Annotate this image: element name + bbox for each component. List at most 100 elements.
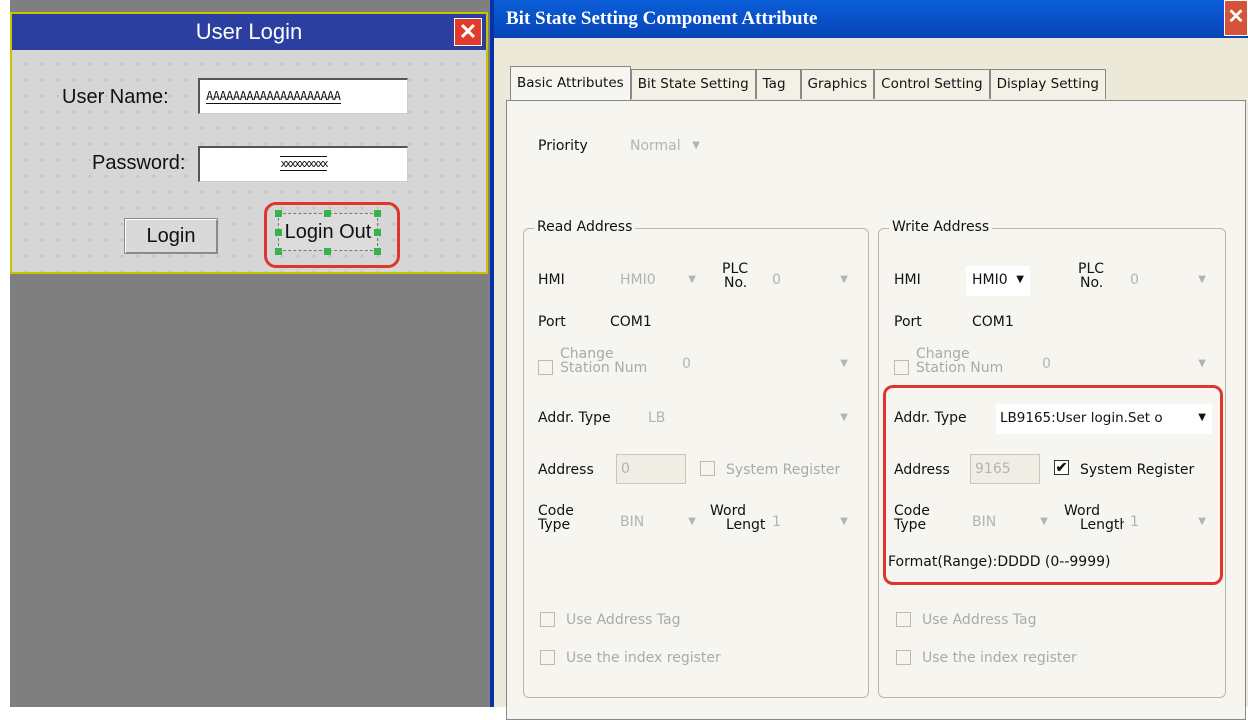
read-code-type-select[interactable]: BIN ▼ [614, 508, 702, 538]
write-change-station-2: Station Num [916, 360, 1004, 376]
login-button[interactable]: Login [124, 218, 218, 254]
read-address-title: Read Address [534, 219, 636, 235]
password-value: xxxxxxxxxx [280, 156, 329, 171]
resize-handle[interactable] [374, 248, 381, 255]
write-addr-type-value: LB9165:User login.Set o [1000, 410, 1163, 426]
read-code-type-2: Type [538, 517, 571, 533]
login-window-title: User Login [12, 14, 486, 50]
write-word-length-select[interactable]: 1 ▼ [1124, 508, 1212, 538]
write-format-range: Format(Range):DDDD (0--9999) [888, 554, 1111, 570]
password-label: Password: [92, 152, 186, 174]
dialog-title: Bit State Setting Component Attribute [506, 8, 818, 29]
write-addr-type-label: Addr. Type [894, 410, 967, 426]
read-station-select[interactable]: 0 ▼ [676, 350, 854, 380]
read-word-length-label: Word Length [710, 504, 774, 532]
write-plc-label-2: No. [1080, 275, 1104, 291]
write-word-length-2: Length [1080, 517, 1129, 533]
write-station-value: 0 [1042, 356, 1051, 372]
resize-handle[interactable] [324, 210, 331, 217]
chevron-down-icon: ▼ [692, 140, 700, 151]
read-addr-type-value: LB [648, 410, 666, 426]
chevron-down-icon: ▼ [688, 274, 696, 285]
read-use-index-register-label: Use the index register [566, 650, 721, 666]
write-address-field[interactable]: 9165 [970, 454, 1040, 484]
write-address-label: Address [894, 462, 950, 478]
tab-bar: Basic Attributes Bit State Setting Tag G… [510, 66, 1106, 100]
resize-handle[interactable] [275, 248, 282, 255]
write-word-length-label: Word Length [1064, 504, 1128, 532]
read-word-length-select[interactable]: 1 ▼ [766, 508, 854, 538]
write-use-index-register-label: Use the index register [922, 650, 1077, 666]
read-plc-no-select[interactable]: 0 ▼ [766, 266, 854, 296]
write-addr-type-select[interactable]: LB9165:User login.Set o ▼ [996, 404, 1212, 434]
chevron-down-icon: ▼ [840, 274, 848, 285]
write-hmi-value: HMI0 [972, 272, 1008, 288]
read-word-length-2: Length [726, 517, 775, 533]
write-change-station-checkbox[interactable] [894, 360, 909, 375]
read-system-register-checkbox[interactable] [700, 461, 715, 476]
read-plc-label-2: No. [724, 275, 748, 291]
read-use-address-tag-checkbox[interactable] [540, 612, 555, 627]
write-use-address-tag-checkbox[interactable] [896, 612, 911, 627]
write-code-type-1: Code [894, 503, 930, 519]
write-change-station-1: Change [916, 346, 970, 362]
write-hmi-select[interactable]: HMI0 ▼ [966, 266, 1030, 296]
read-change-station-checkbox[interactable] [538, 360, 553, 375]
read-plc-no-label: PLC No. [722, 262, 748, 290]
close-icon[interactable]: ✕ [1224, 0, 1248, 36]
username-field[interactable]: AAAAAAAAAAAAAAAAAAAA [198, 78, 408, 114]
tab-bit-state-setting[interactable]: Bit State Setting [630, 69, 756, 99]
resize-handle[interactable] [374, 210, 381, 217]
read-code-type-label: Code Type [538, 504, 574, 532]
write-code-type-label: Code Type [894, 504, 930, 532]
chevron-down-icon: ▼ [1198, 516, 1206, 527]
read-use-index-register-checkbox[interactable] [540, 650, 555, 665]
priority-label: Priority [538, 138, 588, 154]
write-plc-label-1: PLC [1078, 261, 1105, 277]
read-hmi-label: HMI [538, 272, 565, 288]
chevron-down-icon: ▼ [840, 412, 848, 423]
read-hmi-select[interactable]: HMI0 ▼ [614, 266, 702, 296]
write-change-station-label: Change Station Num [916, 347, 1003, 375]
read-use-address-tag-label: Use Address Tag [566, 612, 681, 628]
chevron-down-icon: ▼ [1040, 516, 1048, 527]
chevron-down-icon: ▼ [1198, 412, 1206, 423]
read-code-type-value: BIN [620, 514, 645, 530]
resize-handle[interactable] [374, 229, 381, 236]
resize-handle[interactable] [324, 248, 331, 255]
password-field[interactable]: xxxxxxxxxx [198, 146, 408, 182]
tab-control-setting[interactable]: Control Setting [874, 69, 990, 99]
read-address-field[interactable]: 0 [616, 454, 686, 484]
write-system-register-checkbox[interactable]: ✔ [1054, 460, 1069, 475]
read-change-station-1: Change [560, 346, 614, 362]
login-out-button[interactable]: Login Out [278, 213, 378, 251]
chevron-down-icon: ▼ [1198, 274, 1206, 285]
chevron-down-icon: ▼ [1198, 358, 1206, 369]
write-station-select[interactable]: 0 ▼ [1036, 350, 1212, 380]
read-addr-type-select[interactable]: LB ▼ [642, 404, 854, 434]
write-system-register-label: System Register [1080, 462, 1195, 478]
write-plc-no-value: 0 [1130, 272, 1139, 288]
write-code-type-select[interactable]: BIN ▼ [966, 508, 1054, 538]
resize-handle[interactable] [275, 229, 282, 236]
read-station-value: 0 [682, 356, 691, 372]
tab-display-setting[interactable]: Display Setting [989, 69, 1106, 99]
dialog-titlebar: Bit State Setting Component Attribute ✕ [494, 0, 1248, 38]
write-use-index-register-checkbox[interactable] [896, 650, 911, 665]
username-label: User Name: [62, 86, 169, 108]
resize-handle[interactable] [275, 210, 282, 217]
read-addr-type-label: Addr. Type [538, 410, 611, 426]
priority-select[interactable]: Normal ▼ [624, 132, 706, 162]
close-icon[interactable]: ✕ [454, 18, 482, 46]
tab-tag[interactable]: Tag [755, 69, 801, 99]
write-plc-no-select[interactable]: 0 ▼ [1124, 266, 1212, 296]
chevron-down-icon: ▼ [840, 516, 848, 527]
write-use-address-tag-label: Use Address Tag [922, 612, 1037, 628]
tab-basic-attributes[interactable]: Basic Attributes [510, 66, 631, 100]
write-hmi-label: HMI [894, 272, 921, 288]
read-change-station-label: Change Station Num [560, 347, 647, 375]
chevron-down-icon: ▼ [840, 358, 848, 369]
write-word-length-value: 1 [1130, 514, 1139, 530]
tab-graphics[interactable]: Graphics [800, 69, 875, 99]
read-port-value: COM1 [610, 314, 652, 330]
